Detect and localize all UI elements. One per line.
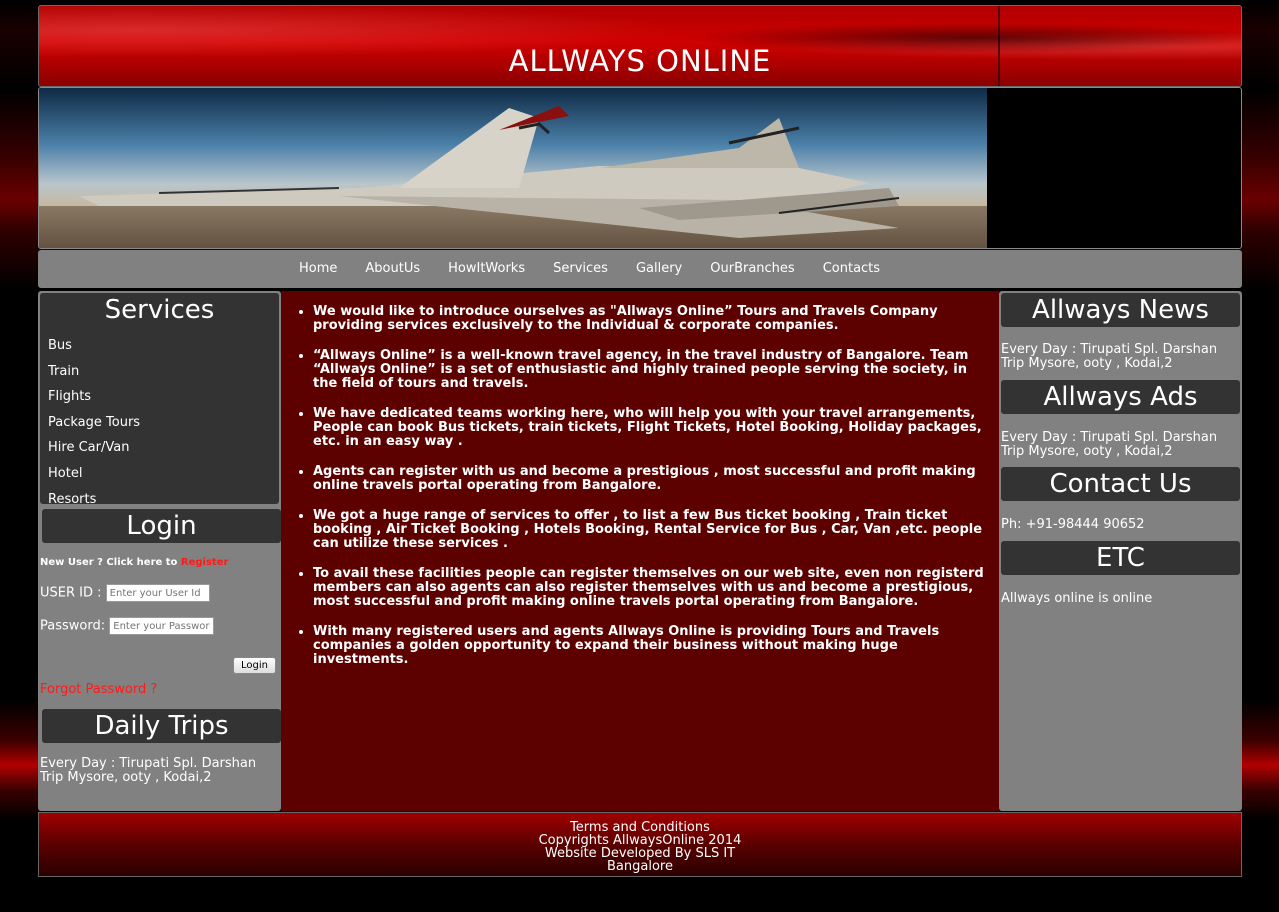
intro-point: “Allways Online” is a well-known travel … [313, 349, 985, 391]
service-item-bus[interactable]: Bus [48, 333, 279, 359]
services-list: Bus Train Flights Package Tours Hire Car… [40, 333, 279, 512]
password-label: Password: [40, 618, 106, 634]
nav-home[interactable]: Home [299, 261, 337, 276]
service-item-flights[interactable]: Flights [48, 384, 279, 410]
left-sidebar: Services Bus Train Flights Package Tours… [38, 291, 281, 811]
userid-row: USER ID : [40, 584, 210, 602]
site-footer: Terms and Conditions Copyrights AllwaysO… [38, 812, 1242, 877]
news-text: Every Day : Tirupati Spl. Darshan Trip M… [1001, 342, 1218, 371]
etc-text: Allways online is online [1001, 591, 1153, 606]
jet-banner-image [39, 88, 987, 248]
right-sidebar: Allways News Every Day : Tirupati Spl. D… [999, 291, 1242, 811]
intro-list: We would like to introduce ourselves as … [281, 291, 999, 667]
daily-trips-title: Daily Trips [42, 709, 281, 743]
nav-contacts[interactable]: Contacts [823, 261, 880, 276]
intro-point: With many registered users and agents Al… [313, 625, 985, 667]
nav-aboutus[interactable]: AboutUs [365, 261, 420, 276]
main-content: We would like to introduce ourselves as … [281, 291, 999, 811]
intro-point: To avail these facilities people can reg… [313, 567, 985, 609]
intro-point: We would like to introduce ourselves as … [313, 305, 985, 333]
contact-phone: Ph: +91-98444 90652 [1001, 517, 1145, 532]
forgot-password-link[interactable]: Forgot Password ? [40, 682, 157, 697]
ads-title: Allways Ads [1001, 380, 1240, 414]
nav-services[interactable]: Services [553, 261, 608, 276]
main-nav: Home AboutUs HowItWorks Services Gallery… [38, 250, 1242, 288]
password-input[interactable] [109, 617, 215, 635]
services-panel: Services Bus Train Flights Package Tours… [40, 293, 279, 507]
site-header: ALLWAYS ONLINE [38, 5, 1242, 87]
city-text: Bangalore [607, 859, 673, 874]
banner [38, 87, 1242, 249]
news-title: Allways News [1001, 293, 1240, 327]
etc-title: ETC [1001, 541, 1240, 575]
ads-text: Every Day : Tirupati Spl. Darshan Trip M… [1001, 430, 1218, 459]
nav-howitworks[interactable]: HowItWorks [448, 261, 525, 276]
userid-input[interactable] [105, 584, 210, 602]
new-user-prompt: New User ? Click here to Register [40, 557, 228, 568]
site-title: ALLWAYS ONLINE [508, 44, 772, 78]
service-item-train[interactable]: Train [48, 359, 279, 385]
password-row: Password: [40, 617, 215, 635]
intro-point: Agents can register with us and become a… [313, 465, 985, 493]
intro-point: We got a huge range of services to offer… [313, 509, 985, 551]
nav-items: Home AboutUs HowItWorks Services Gallery… [299, 261, 908, 276]
login-button[interactable]: Login [233, 657, 276, 674]
register-link[interactable]: Register [181, 557, 229, 568]
new-user-text: New User ? Click here to [40, 557, 178, 568]
service-item-hire-car[interactable]: Hire Car/Van [48, 435, 279, 461]
daily-trips-text: Every Day : Tirupati Spl. Darshan Trip M… [40, 756, 257, 785]
intro-point: We have dedicated teams working here, wh… [313, 407, 985, 449]
userid-label: USER ID : [40, 585, 102, 601]
footer-lines: Terms and Conditions Copyrights AllwaysO… [39, 813, 1241, 873]
services-title: Services [40, 293, 279, 327]
login-title: Login [42, 509, 281, 543]
service-item-package-tours[interactable]: Package Tours [48, 410, 279, 436]
nav-ourbranches[interactable]: OurBranches [710, 261, 794, 276]
service-item-hotel[interactable]: Hotel [48, 461, 279, 487]
contact-title: Contact Us [1001, 467, 1240, 501]
nav-gallery[interactable]: Gallery [636, 261, 682, 276]
